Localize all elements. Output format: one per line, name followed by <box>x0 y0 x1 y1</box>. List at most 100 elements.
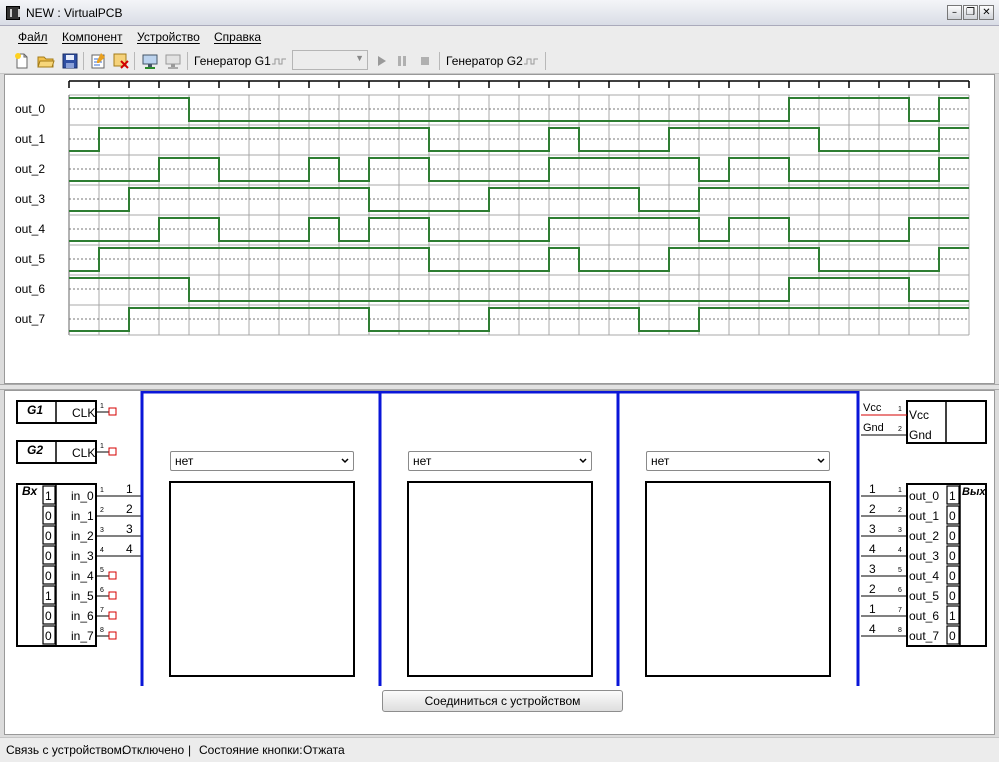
status-bar: Связь с устройством: Отключено | Состоян… <box>0 737 999 762</box>
generator-g2-clk-pin[interactable] <box>108 447 117 456</box>
output-value-out_2: 0 <box>949 529 956 543</box>
chevron-down-icon <box>579 458 587 464</box>
stop-icon[interactable] <box>416 52 434 70</box>
input-pin-in_7[interactable] <box>108 631 117 640</box>
output-wire-label-out_5: 2 <box>869 582 876 596</box>
power-wire-label-Vcc: Vcc <box>863 402 882 414</box>
input-value-in_5: 1 <box>45 589 52 603</box>
generator-g2-pin-number: 1 <box>100 443 104 450</box>
generator-g1-title: G1 <box>27 403 43 417</box>
generator-g2-settings-icon[interactable] <box>523 52 539 70</box>
input-label-in_6: in_6 <box>71 609 94 623</box>
connect-device-icon[interactable] <box>141 52 159 70</box>
power-pin-number: 2 <box>898 426 902 433</box>
input-pin-in_4[interactable] <box>108 571 117 580</box>
generator-g1-clk-pin[interactable] <box>108 407 117 416</box>
menu-file[interactable]: Файл <box>18 30 48 44</box>
title-bar: NEW : VirtualPCB – ❐ ✕ <box>0 0 999 26</box>
output-label-out_1: out_1 <box>909 509 939 523</box>
timing-diagram-panel: out_0 out_1 out_2 out_3 out_4 out_5 out_6 out_7 <box>4 74 995 384</box>
button-state-label: Состояние кнопки: <box>199 743 303 757</box>
output-value-out_0: 1 <box>949 489 956 503</box>
input-pin-number: 5 <box>100 567 104 574</box>
input-label-in_0: in_0 <box>71 489 94 503</box>
disconnect-device-icon[interactable] <box>164 52 182 70</box>
slot-2-select[interactable]: нет <box>408 451 592 471</box>
output-value-out_3: 0 <box>949 549 956 563</box>
save-icon[interactable] <box>61 52 79 70</box>
input-value-in_2: 0 <box>45 529 52 543</box>
slot-1-select[interactable]: нет <box>170 451 354 471</box>
open-folder-icon[interactable] <box>37 52 55 70</box>
generator-g2-title: G2 <box>27 443 43 457</box>
input-pin-in_5[interactable] <box>108 591 117 600</box>
input-pin-number: 6 <box>100 587 104 594</box>
input-pin-number: 2 <box>100 507 104 514</box>
generator-g2-pin-label: CLK <box>72 446 95 460</box>
slot-3-value: нет <box>651 454 670 468</box>
output-label-out_2: out_2 <box>909 529 939 543</box>
input-wire-label-in_3: 4 <box>126 542 133 556</box>
output-label-out_6: out_6 <box>909 609 939 623</box>
output-label-out_0: out_0 <box>909 489 939 503</box>
output-value-out_1: 0 <box>949 509 956 523</box>
signal-label-out_6: out_6 <box>15 282 45 296</box>
slot-2-component[interactable] <box>407 481 593 677</box>
restore-icon[interactable]: ❐ <box>963 5 978 20</box>
output-wire-label-out_4: 3 <box>869 562 876 576</box>
toolbar-separator <box>439 52 440 70</box>
generator-g1-settings-icon[interactable] <box>271 52 287 70</box>
new-file-icon[interactable] <box>13 52 31 70</box>
input-label-in_1: in_1 <box>71 509 94 523</box>
input-wire-label-in_2: 3 <box>126 522 133 536</box>
input-label-in_2: in_2 <box>71 529 94 543</box>
minimize-icon[interactable]: – <box>947 5 962 20</box>
properties-icon[interactable] <box>89 52 107 70</box>
generator-select[interactable]: ▼ <box>292 50 368 70</box>
timing-diagram: out_0 out_1 out_2 out_3 out_4 out_5 out_6 out_7 <box>15 80 970 336</box>
slot-3-select[interactable]: нет <box>646 451 830 471</box>
status-separator: | <box>188 743 192 757</box>
input-pin-number: 4 <box>100 547 104 554</box>
power-pin-number: 1 <box>898 406 902 413</box>
menu-help[interactable]: Справка <box>214 30 261 44</box>
input-label-in_3: in_3 <box>71 549 94 563</box>
output-value-out_5: 0 <box>949 589 956 603</box>
output-pin-number: 4 <box>898 547 902 554</box>
chevron-down-icon <box>341 458 349 464</box>
generator-g2-label: Генератор G2 <box>446 54 523 68</box>
signal-label-out_0: out_0 <box>15 102 45 116</box>
output-wire-label-out_7: 4 <box>869 622 876 636</box>
output-wire-label-out_2: 3 <box>869 522 876 536</box>
generator-g1-pin-number: 1 <box>100 403 104 410</box>
input-pin-number: 7 <box>100 607 104 614</box>
output-pin-number: 1 <box>898 487 902 494</box>
signal-label-out_4: out_4 <box>15 222 45 236</box>
signal-label-out_1: out_1 <box>15 132 45 146</box>
button-state-value: Отжата <box>303 743 345 757</box>
input-value-in_1: 0 <box>45 509 52 523</box>
input-pin-in_6[interactable] <box>108 611 117 620</box>
output-pin-number: 7 <box>898 607 902 614</box>
signal-label-out_7: out_7 <box>15 312 45 326</box>
input-value-in_7: 0 <box>45 629 52 643</box>
play-icon[interactable] <box>373 52 391 70</box>
menu-component[interactable]: Компонент <box>62 30 123 44</box>
slot-1-component[interactable] <box>169 481 355 677</box>
input-value-in_3: 0 <box>45 549 52 563</box>
connect-device-button[interactable]: Соединиться с устройством <box>382 690 623 712</box>
menu-device[interactable]: Устройство <box>137 30 200 44</box>
delete-component-icon[interactable] <box>112 52 130 70</box>
signal-label-out_5: out_5 <box>15 252 45 266</box>
close-icon[interactable]: ✕ <box>979 5 994 20</box>
input-label-in_4: in_4 <box>71 569 94 583</box>
output-pin-number: 8 <box>898 627 902 634</box>
app-icon <box>6 6 20 20</box>
slot-3-component[interactable] <box>645 481 831 677</box>
pause-icon[interactable] <box>393 52 411 70</box>
input-pin-number: 8 <box>100 627 104 634</box>
output-pin-number: 5 <box>898 567 902 574</box>
window-title: NEW : VirtualPCB <box>26 6 123 20</box>
signal-label-out_2: out_2 <box>15 162 45 176</box>
output-value-out_6: 1 <box>949 609 956 623</box>
